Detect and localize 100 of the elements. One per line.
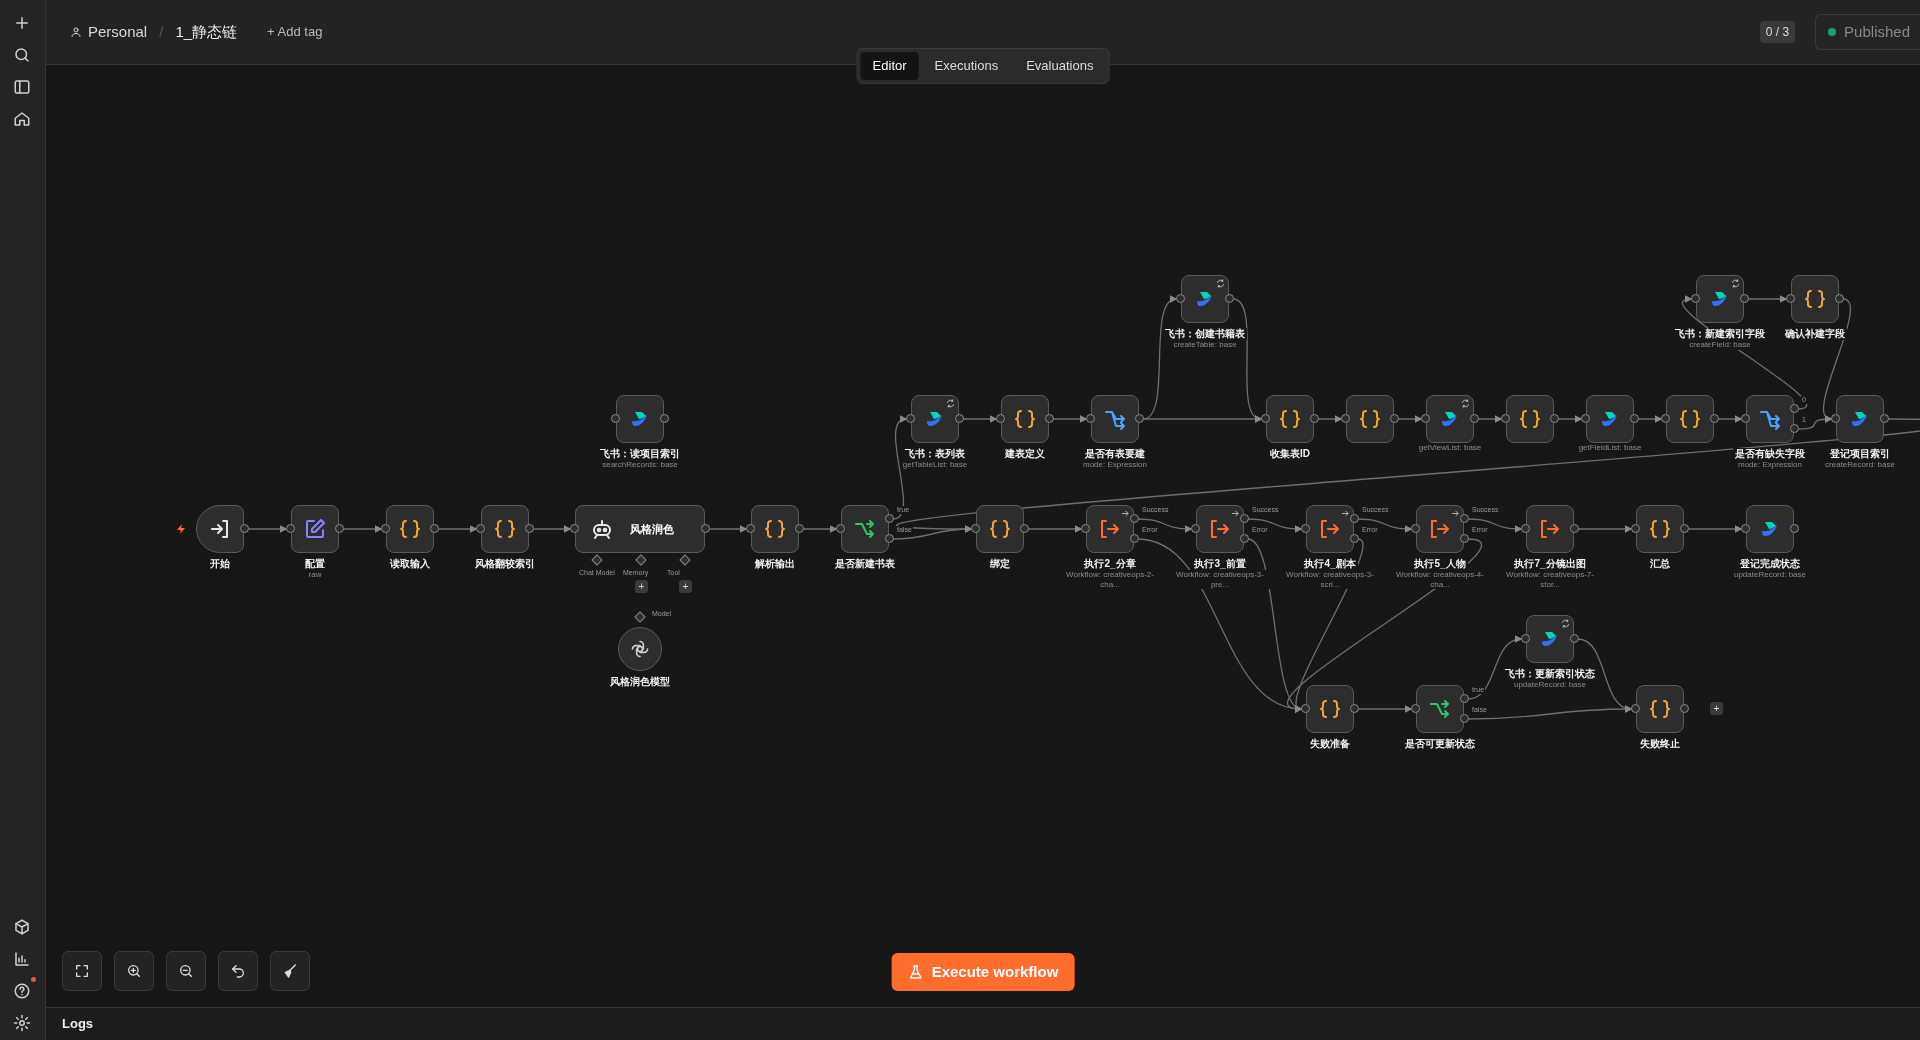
node-title: 风格翻较索引 — [473, 558, 537, 570]
output-port[interactable] — [1350, 534, 1359, 543]
input-slot[interactable] — [679, 554, 691, 566]
workflow-node[interactable] — [1306, 685, 1354, 733]
input-port[interactable] — [1631, 704, 1640, 713]
output-port[interactable] — [335, 524, 344, 533]
node-title: 确认补建字段 — [1783, 328, 1847, 340]
input-port[interactable] — [1786, 294, 1795, 303]
input-port[interactable] — [1521, 634, 1530, 643]
owner-link[interactable]: Personal — [70, 20, 148, 44]
input-port[interactable] — [1176, 294, 1185, 303]
input-port[interactable] — [746, 524, 755, 533]
node-title: 绑定 — [988, 558, 1012, 570]
workflow-node[interactable] — [1636, 685, 1684, 733]
node-subtitle: createField: base — [1687, 340, 1753, 350]
output-port[interactable] — [795, 524, 804, 533]
published-button[interactable]: Published — [1815, 13, 1920, 51]
workflow-node[interactable] — [291, 505, 339, 553]
undo-icon — [230, 963, 246, 979]
input-port[interactable] — [836, 524, 845, 533]
split-arrows-icon — [1428, 697, 1452, 721]
pencil-square-icon — [303, 517, 327, 541]
search-icon — [12, 45, 31, 64]
workflow-node[interactable] — [841, 505, 889, 553]
braces-icon — [763, 517, 787, 541]
workflow-node[interactable] — [1696, 275, 1744, 323]
output-port[interactable] — [430, 524, 439, 533]
node-title: 飞书：读项目索引 — [598, 448, 682, 460]
workflow-node[interactable] — [616, 395, 664, 443]
undo-button[interactable] — [218, 951, 258, 991]
zoom-in-icon — [126, 963, 142, 979]
workflow-node[interactable] — [1791, 275, 1839, 323]
workflow-node[interactable]: 风格润色 — [575, 505, 705, 553]
braces-icon — [398, 517, 422, 541]
workflow-node[interactable] — [1526, 615, 1574, 663]
help-icon — [12, 981, 31, 1000]
output-port[interactable] — [1130, 534, 1139, 543]
output-port[interactable] — [1460, 694, 1469, 703]
model-node[interactable] — [618, 627, 662, 671]
output-port[interactable] — [1460, 534, 1469, 543]
workflow-node[interactable] — [481, 505, 529, 553]
add-slot-button[interactable]: + — [635, 580, 648, 593]
zoom-out-icon — [178, 963, 194, 979]
output-port[interactable] — [885, 514, 894, 523]
output-port[interactable] — [1350, 704, 1359, 713]
model-port[interactable] — [634, 611, 646, 623]
input-port[interactable] — [1411, 704, 1420, 713]
output-port[interactable] — [1460, 714, 1469, 723]
add-node-button[interactable]: + — [1710, 702, 1723, 715]
node-subtitle: createTable: base — [1171, 340, 1239, 350]
add-tag-button[interactable]: + Add tag — [267, 22, 323, 42]
input-port[interactable] — [1301, 704, 1310, 713]
output-port[interactable] — [1240, 534, 1249, 543]
output-port[interactable] — [1570, 634, 1579, 643]
bolt-icon — [176, 523, 186, 535]
settings-icon — [12, 1013, 31, 1032]
output-port[interactable] — [525, 524, 534, 533]
output-port[interactable] — [1790, 404, 1799, 413]
add-slot-button[interactable]: + — [679, 580, 692, 593]
flask-icon — [907, 963, 924, 980]
braces-icon — [1318, 697, 1342, 721]
input-port[interactable] — [286, 524, 295, 533]
input-port[interactable] — [611, 414, 620, 423]
view-tab[interactable]: Editor — [860, 52, 919, 80]
output-port[interactable] — [701, 524, 710, 533]
input-slot[interactable] — [591, 554, 603, 566]
view-tab[interactable]: Executions — [922, 52, 1011, 80]
input-port[interactable] — [570, 524, 579, 533]
logs-label[interactable]: Logs — [62, 1014, 94, 1034]
help-nav[interactable] — [12, 978, 33, 998]
workflow-node[interactable] — [196, 505, 244, 553]
connection-line — [247, 525, 288, 533]
fit-view-button[interactable] — [62, 951, 102, 991]
workflow-node[interactable] — [1416, 685, 1464, 733]
input-slot[interactable] — [635, 554, 647, 566]
input-port[interactable] — [381, 524, 390, 533]
zoom-out-button[interactable] — [166, 951, 206, 991]
input-port[interactable] — [476, 524, 485, 533]
node-title: 飞书：新建索引字段 — [1673, 328, 1767, 340]
braces-icon — [493, 517, 517, 541]
zoom-in-button[interactable] — [114, 951, 154, 991]
workflow-name[interactable]: 1_静态链 — [175, 20, 238, 44]
node-title: 风格润色 — [630, 521, 674, 537]
node-title: 失败终止 — [1638, 738, 1682, 750]
node-title: 登记完成状态 — [1738, 558, 1802, 570]
view-tab[interactable]: Evaluations — [1014, 52, 1106, 80]
output-port[interactable] — [1680, 704, 1689, 713]
workflow-node[interactable] — [751, 505, 799, 553]
node-subtitle: raw — [306, 570, 324, 580]
clear-button[interactable] — [270, 951, 310, 991]
output-port[interactable] — [885, 534, 894, 543]
output-port[interactable] — [660, 414, 669, 423]
workflow-node[interactable] — [386, 505, 434, 553]
output-port[interactable] — [1225, 294, 1234, 303]
output-port[interactable] — [1835, 294, 1844, 303]
output-port[interactable] — [240, 524, 249, 533]
node-title: 汇总 — [1648, 558, 1672, 570]
workflow-node[interactable] — [1181, 275, 1229, 323]
input-port[interactable] — [1691, 294, 1700, 303]
output-port[interactable] — [1740, 294, 1749, 303]
